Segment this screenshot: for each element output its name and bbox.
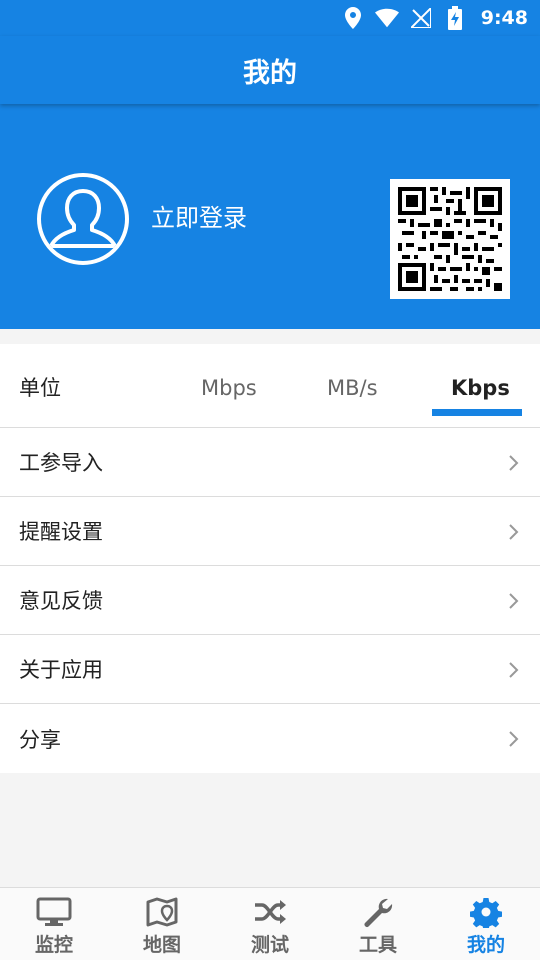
unit-tab-mbps[interactable]: Mbps [201,376,257,400]
chevron-right-icon [509,455,519,471]
chevron-right-icon [509,662,519,678]
page-title: 我的 [243,57,297,89]
profile-header: 立即登录 [0,104,540,329]
nav-label: 我的 [466,934,505,956]
menu-item-label: 关于应用 [19,658,103,682]
chevron-right-icon [509,593,519,609]
no-signal-icon [409,6,433,30]
user-silhouette-icon [49,189,117,248]
location-icon [341,6,365,30]
wrench-icon [360,896,396,928]
avatar[interactable] [37,173,129,265]
nav-label: 测试 [250,934,289,956]
status-time: 9:48 [480,7,528,29]
monitor-icon [36,896,72,928]
app-bar: 我的 [0,36,540,104]
menu-item-share[interactable]: 分享 [0,704,540,773]
menu-item-label: 意见反馈 [19,589,103,613]
menu-item-label: 分享 [19,727,61,752]
menu-item-import-params[interactable]: 工参导入 [0,428,540,497]
chevron-right-icon [509,524,519,540]
unit-selector: 单位 Mbps MB/s Kbps [0,344,540,428]
nav-label: 地图 [142,934,181,956]
login-link[interactable]: 立即登录 [151,198,247,233]
unit-tab-kbps[interactable]: Kbps [451,376,510,400]
menu-item-reminder-settings[interactable]: 提醒设置 [0,497,540,566]
menu-item-label: 提醒设置 [19,520,103,544]
map-icon [144,896,180,928]
chevron-right-icon [509,731,519,747]
menu-item-label: 工参导入 [19,451,103,475]
menu-item-about[interactable]: 关于应用 [0,635,540,704]
wifi-icon [374,6,399,30]
qr-code-image [398,187,502,291]
status-bar: 9:48 [0,0,540,36]
nav-item-monitor[interactable]: 监控 [0,888,108,960]
nav-label: 监控 [34,934,73,956]
unit-label: 单位 [19,376,61,400]
nav-item-mine[interactable]: 我的 [432,888,540,960]
shuffle-icon [252,896,288,928]
bottom-nav: 监控 地图 测试 工具 我的 [0,887,540,960]
unit-tab-mbs[interactable]: MB/s [327,376,378,400]
nav-item-map[interactable]: 地图 [108,888,216,960]
menu-item-feedback[interactable]: 意见反馈 [0,566,540,635]
battery-charging-icon [443,6,467,30]
nav-label: 工具 [358,934,397,956]
gear-icon [468,896,504,928]
settings-card: 单位 Mbps MB/s Kbps 工参导入 提醒设置 意见反馈 关于应用 分享 [0,344,540,773]
active-tab-indicator [432,409,522,416]
nav-item-tools[interactable]: 工具 [324,888,432,960]
qr-code[interactable] [390,179,510,299]
nav-item-test[interactable]: 测试 [216,888,324,960]
